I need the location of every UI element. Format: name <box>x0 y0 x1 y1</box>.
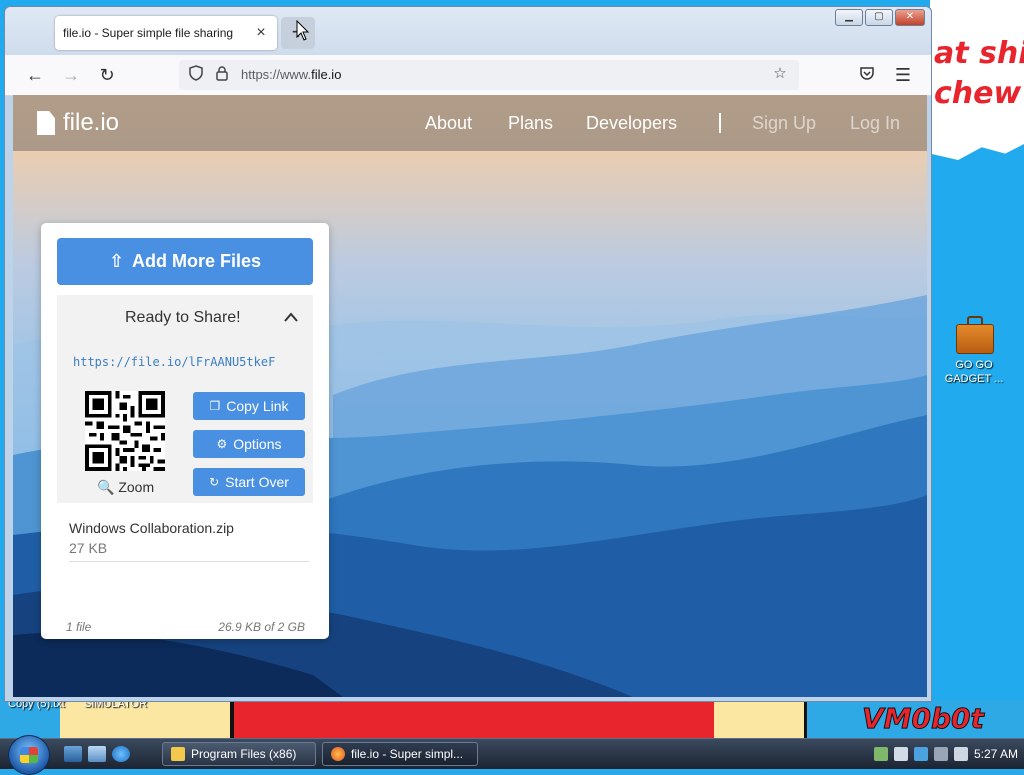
tab-title: file.io - Super simple file sharing <box>63 26 234 40</box>
wallpaper-shape <box>714 700 807 740</box>
share-link[interactable]: https://file.io/lFrAANU5tkeF <box>73 355 275 369</box>
window-controls: ▁ ▢ ✕ <box>835 9 925 26</box>
desktop-icon-label: GO GO <box>955 359 993 371</box>
site-logo[interactable]: file.io <box>37 109 119 137</box>
minimize-button[interactable]: ▁ <box>835 9 863 26</box>
desktop-icon-label: GADGET ... <box>944 373 1004 385</box>
copy-icon: ❐ <box>209 399 221 413</box>
nav-link-plans[interactable]: Plans <box>508 113 553 134</box>
ready-to-share-label: Ready to Share! <box>125 309 241 326</box>
maximize-button[interactable]: ▢ <box>865 9 893 26</box>
taskbar-item-firefox[interactable]: file.io - Super simpl... <box>322 742 478 766</box>
show-desktop-icon[interactable] <box>64 746 82 762</box>
address-bar[interactable]: https://www.file.io ☆ <box>179 60 799 90</box>
share-panel: Ready to Share! https://file.io/lFrAANU5… <box>57 295 313 503</box>
chevron-up-icon[interactable] <box>283 307 299 328</box>
gear-icon: ⚙ <box>216 437 228 451</box>
search-icon: 🔍 <box>97 479 115 495</box>
briefcase-icon <box>954 316 994 354</box>
internet-explorer-icon[interactable] <box>112 746 130 762</box>
taskbar: Program Files (x86) file.io - Super simp… <box>0 735 1024 775</box>
clock[interactable]: 5:27 AM <box>974 747 1018 761</box>
nav-link-developers[interactable]: Developers <box>586 113 677 134</box>
desktop-icon-gogo-gadget[interactable]: GO GO GADGET ... <box>944 316 1004 386</box>
file-name: Windows Collaboration.zip <box>69 520 234 536</box>
star-icon[interactable]: ☆ <box>771 65 789 83</box>
network-icon[interactable] <box>873 747 888 761</box>
volume-muted-icon[interactable] <box>953 747 968 761</box>
title-bar: file.io - Super simple file sharing × + … <box>5 7 931 55</box>
wallpaper-text-1: at shit <box>934 36 1024 71</box>
file-count: 1 file <box>66 620 92 634</box>
browser-window: file.io - Super simple file sharing × + … <box>4 6 932 702</box>
switch-windows-icon[interactable] <box>88 746 106 762</box>
forward-icon[interactable]: → <box>59 63 83 87</box>
cursor-icon <box>296 20 310 41</box>
nav-link-about[interactable]: About <box>425 113 472 134</box>
close-window-button[interactable]: ✕ <box>895 9 925 26</box>
site-header: file.io About Plans Developers Sign Up L… <box>13 95 927 151</box>
storage-usage: 26.9 KB of 2 GB <box>218 620 305 634</box>
refresh-icon: ↻ <box>209 475 220 489</box>
tab-file-io[interactable]: file.io - Super simple file sharing × <box>55 16 277 50</box>
monitor-icon[interactable] <box>933 747 948 761</box>
file-icon <box>37 111 55 135</box>
shield-icon[interactable] <box>187 65 205 83</box>
upload-icon: ⇧ <box>108 251 125 271</box>
file-size: 27 KB <box>69 540 108 556</box>
options-button[interactable]: ⚙ Options <box>193 430 305 458</box>
log-in-link[interactable]: Log In <box>850 113 900 134</box>
upload-card: ⇧ Add More Files Ready to Share! https:/… <box>41 223 329 639</box>
taskbar-item-program-files[interactable]: Program Files (x86) <box>162 742 316 766</box>
webpage: file.io About Plans Developers Sign Up L… <box>13 95 927 697</box>
copy-link-button[interactable]: ❐ Copy Link <box>193 392 305 420</box>
folder-icon <box>171 747 185 761</box>
menu-icon[interactable]: ☰ <box>891 63 915 87</box>
display-icon[interactable] <box>913 747 928 761</box>
qr-code <box>85 391 165 471</box>
watermark: VM0b0t <box>862 702 985 736</box>
reload-icon[interactable]: ↻ <box>95 63 119 87</box>
start-button[interactable] <box>8 735 50 775</box>
windows-logo-icon <box>20 747 38 763</box>
zoom-button[interactable]: 🔍 Zoom <box>97 479 154 496</box>
url-text[interactable]: https://www.file.io <box>241 67 341 82</box>
divider <box>69 561 309 562</box>
wallpaper-shape <box>230 700 718 740</box>
start-over-button[interactable]: ↻ Start Over <box>193 468 305 496</box>
pocket-icon[interactable] <box>855 63 879 87</box>
sign-up-link[interactable]: Sign Up <box>752 113 816 134</box>
lock-icon[interactable] <box>213 65 231 83</box>
close-icon[interactable]: × <box>253 24 269 42</box>
window-icon[interactable] <box>893 747 908 761</box>
navigation-toolbar: ← → ↻ https://www.file.io ☆ ☰ <box>5 55 931 96</box>
wallpaper-text-2: chew <box>934 76 1022 111</box>
nav-divider <box>719 113 721 133</box>
firefox-icon <box>331 747 345 761</box>
system-tray: 5:27 AM <box>873 743 1018 765</box>
add-more-files-button[interactable]: ⇧ Add More Files <box>57 238 313 285</box>
back-icon[interactable]: ← <box>23 63 47 87</box>
